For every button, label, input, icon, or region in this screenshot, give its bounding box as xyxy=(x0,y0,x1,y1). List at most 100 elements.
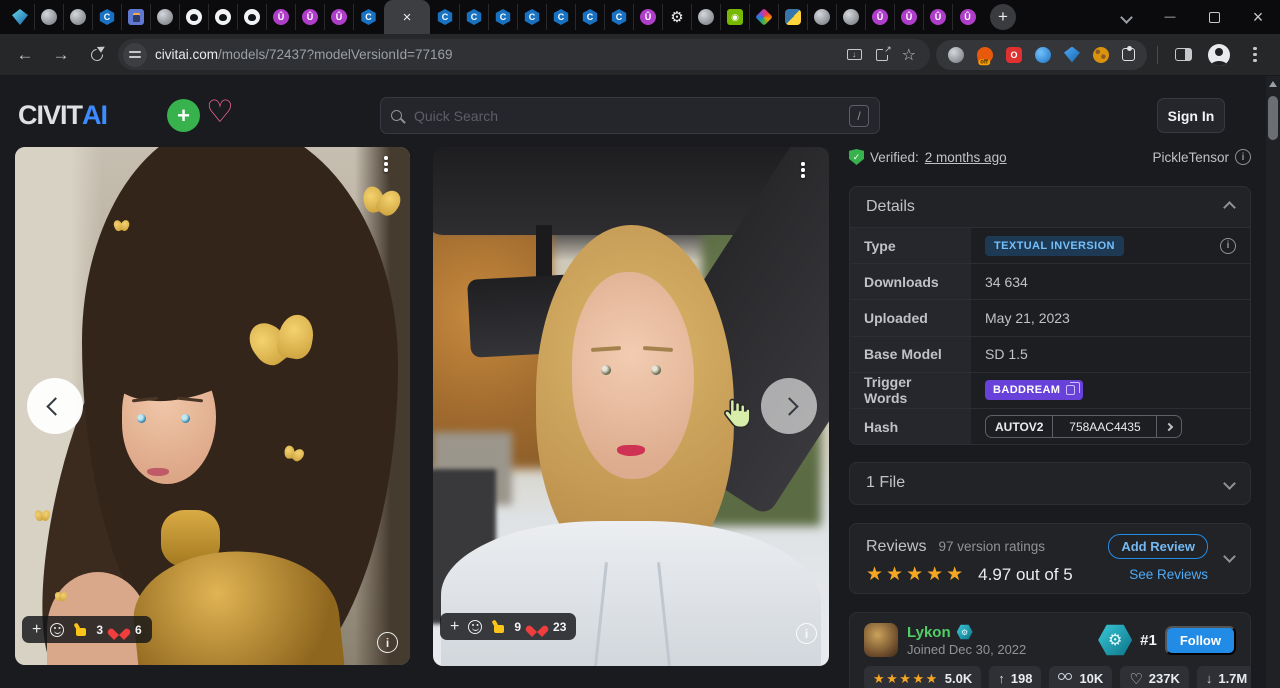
pinned-tab[interactable] xyxy=(721,4,750,30)
url-text[interactable]: civitai.com/models/72437?modelVersionId=… xyxy=(155,47,839,62)
pinned-tab[interactable] xyxy=(808,4,837,30)
image-menu-icon[interactable] xyxy=(376,151,396,177)
pinned-tab[interactable] xyxy=(93,4,122,30)
scroll-up-arrow-icon[interactable] xyxy=(1269,81,1277,87)
see-reviews-link[interactable]: See Reviews xyxy=(1129,567,1208,582)
pinned-tab[interactable] xyxy=(924,4,953,30)
pinned-tab[interactable] xyxy=(354,4,383,30)
add-reaction-icon[interactable] xyxy=(32,622,41,638)
pinned-tab[interactable] xyxy=(460,4,489,30)
sign-in-button[interactable]: Sign In xyxy=(1157,98,1225,133)
forward-icon[interactable] xyxy=(46,40,76,70)
copy-icon[interactable] xyxy=(1066,385,1075,395)
maximize-button[interactable] xyxy=(1192,0,1236,34)
creator-stat-badge[interactable]: 5.0K xyxy=(864,666,981,688)
pinned-tab[interactable] xyxy=(267,4,296,30)
pinned-tab[interactable] xyxy=(325,4,354,30)
pinned-tab[interactable] xyxy=(431,4,460,30)
tab-close-icon[interactable] xyxy=(403,10,412,25)
creator-stat-badge[interactable]: 198 xyxy=(989,666,1041,688)
carousel-prev-button[interactable] xyxy=(27,378,83,434)
pinned-tab[interactable] xyxy=(837,4,866,30)
pinned-tab[interactable] xyxy=(6,4,35,30)
pinned-tab[interactable] xyxy=(866,4,895,30)
collapse-chevron-icon[interactable] xyxy=(1223,201,1236,214)
pinned-tab[interactable] xyxy=(750,4,779,30)
support-heart-icon[interactable] xyxy=(206,94,234,130)
extension-icon[interactable] xyxy=(1122,48,1135,61)
share-icon[interactable] xyxy=(876,49,888,61)
send-to-device-icon[interactable] xyxy=(847,49,862,60)
pinned-tab[interactable] xyxy=(296,4,325,30)
new-tab-button[interactable] xyxy=(990,4,1016,30)
create-plus-button[interactable] xyxy=(167,99,200,132)
pinned-tab[interactable] xyxy=(35,4,64,30)
bookmark-star-icon[interactable] xyxy=(902,45,916,65)
expand-chevron-icon[interactable] xyxy=(1223,477,1236,490)
search-input[interactable] xyxy=(412,107,839,125)
pinned-tab[interactable] xyxy=(122,4,151,30)
close-window-button[interactable] xyxy=(1236,0,1280,34)
extension-icon[interactable] xyxy=(948,47,964,63)
tab-search-icon[interactable] xyxy=(1104,0,1148,34)
creator-stat-badge[interactable]: 1.7M xyxy=(1197,666,1251,688)
pinned-tab[interactable] xyxy=(64,4,93,30)
emoji-icon[interactable] xyxy=(50,623,64,637)
pinned-tab[interactable] xyxy=(692,4,721,30)
follow-button[interactable]: Follow xyxy=(1165,626,1236,655)
profile-avatar-icon[interactable] xyxy=(1204,40,1234,70)
pinned-tab[interactable] xyxy=(895,4,924,30)
creator-name[interactable]: Lykon xyxy=(907,624,951,641)
image-menu-icon[interactable] xyxy=(793,157,813,183)
rank-badge-icon[interactable] xyxy=(1098,623,1132,657)
browser-menu-icon[interactable] xyxy=(1240,40,1270,70)
pinned-tab[interactable] xyxy=(953,4,982,30)
active-tab[interactable] xyxy=(384,0,430,34)
minimize-button[interactable] xyxy=(1148,0,1192,34)
pinned-tab[interactable] xyxy=(634,4,663,30)
page-scrollbar[interactable] xyxy=(1266,76,1280,688)
extension-icon[interactable] xyxy=(1006,47,1022,63)
image-info-icon[interactable] xyxy=(377,632,398,653)
thumbs-up-icon[interactable] xyxy=(491,620,505,633)
emoji-icon[interactable] xyxy=(468,620,482,634)
quick-search-box[interactable]: / xyxy=(380,97,880,134)
carousel-next-button[interactable] xyxy=(761,378,817,434)
pinned-tab[interactable] xyxy=(576,4,605,30)
pinned-tab[interactable] xyxy=(605,4,634,30)
side-panel-icon[interactable] xyxy=(1168,40,1198,70)
thumbs-up-icon[interactable] xyxy=(73,623,87,636)
pinned-tab[interactable] xyxy=(779,4,808,30)
heart-reaction-icon[interactable] xyxy=(530,621,544,633)
site-settings-icon[interactable] xyxy=(123,43,147,67)
extension-icon[interactable] xyxy=(1035,47,1051,63)
extension-icon[interactable] xyxy=(1064,47,1080,63)
extension-icon[interactable] xyxy=(976,45,995,64)
model-type-badge[interactable]: TEXTUAL INVERSION xyxy=(985,236,1124,256)
pinned-tab[interactable] xyxy=(151,4,180,30)
type-info-icon[interactable] xyxy=(1220,238,1236,254)
pinned-tab[interactable] xyxy=(518,4,547,30)
civitai-logo[interactable]: CIVIT AI xyxy=(18,100,107,131)
scrollbar-thumb[interactable] xyxy=(1268,96,1278,140)
creator-stat-badge[interactable]: 10K xyxy=(1049,666,1112,688)
hash-value[interactable]: 758AAC4435 xyxy=(1053,416,1157,437)
hash-expand-icon[interactable] xyxy=(1157,416,1181,437)
pinned-tab[interactable] xyxy=(489,4,518,30)
files-header[interactable]: 1 File xyxy=(850,463,1250,503)
verified-time-link[interactable]: 2 months ago xyxy=(925,150,1007,165)
add-reaction-icon[interactable] xyxy=(450,619,459,635)
details-header[interactable]: Details xyxy=(850,187,1250,227)
pinned-tab[interactable] xyxy=(663,4,692,30)
creator-stat-badge[interactable]: 237K xyxy=(1120,666,1189,688)
reload-icon[interactable] xyxy=(82,40,112,70)
address-bar[interactable]: civitai.com/models/72437?modelVersionId=… xyxy=(118,39,930,70)
pinned-tab[interactable] xyxy=(547,4,576,30)
trigger-word-badge[interactable]: BADDREAM xyxy=(985,380,1083,400)
pinned-tab[interactable] xyxy=(180,4,209,30)
pinned-tab[interactable] xyxy=(238,4,267,30)
back-icon[interactable] xyxy=(10,40,40,70)
pinned-tab[interactable] xyxy=(209,4,238,30)
creator-avatar[interactable] xyxy=(864,623,898,657)
extension-icon[interactable] xyxy=(1093,47,1109,63)
